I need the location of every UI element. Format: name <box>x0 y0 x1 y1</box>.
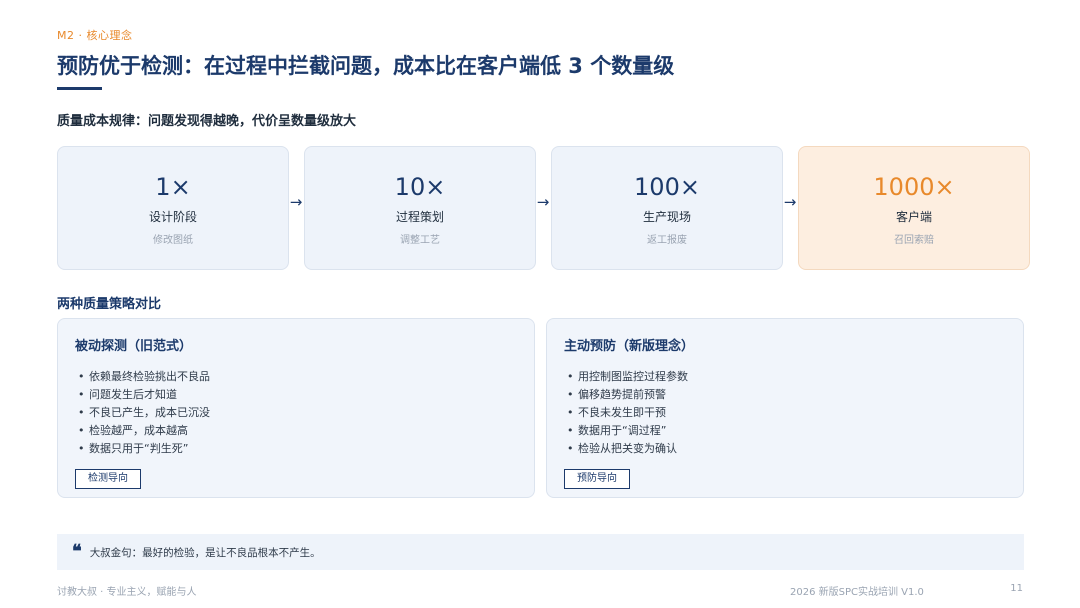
stage-card-design: 1× 设计阶段 修改图纸 <box>57 146 289 270</box>
quote-box: ❝ 大叔金句：最好的检验，是让不良品根本不产生。 <box>57 534 1024 570</box>
title-underline <box>57 87 102 90</box>
stage-desc: 调整工艺 <box>400 235 440 246</box>
quote-text: 大叔金句：最好的检验，是让不良品根本不产生。 <box>89 546 321 559</box>
arrow-right-icon: → <box>289 193 303 211</box>
list-item: • 检验从把关变为确认 <box>567 442 677 455</box>
stage-card-process: 10× 过程策划 调整工艺 <box>304 146 536 270</box>
strategy-tag: 预防导向 <box>564 469 630 489</box>
page-title: 预防优于检测：在过程中拦截问题，成本比在客户端低 3 个数量级 <box>57 54 675 78</box>
quote-icon: ❝ <box>72 541 82 562</box>
list-item: • 数据只用于“判生死” <box>78 442 189 455</box>
footer-right: 2026 新版SPC实战培训 V1.0 <box>790 587 924 598</box>
stage-desc: 修改图纸 <box>153 235 193 246</box>
footer-left: 讨教大叔 · 专业主义，赋能与人 <box>57 587 197 598</box>
stage-card-production: 100× 生产现场 返工报废 <box>551 146 783 270</box>
stage-desc: 召回索赔 <box>894 235 934 246</box>
stage-name: 设计阶段 <box>148 210 197 224</box>
comparison-title: 两种质量策略对比 <box>57 297 162 312</box>
list-item: • 数据用于“调过程” <box>567 424 667 437</box>
stage-multiplier: 100× <box>634 173 700 201</box>
arrow-right-icon: → <box>536 193 550 211</box>
stage-name: 过程策划 <box>395 210 444 224</box>
list-item: • 不良未发生即干预 <box>567 406 666 419</box>
stage-multiplier: 10× <box>394 173 446 201</box>
list-item: • 问题发生后才知道 <box>78 388 177 401</box>
arrow-right-icon: → <box>783 193 797 211</box>
stage-name: 客户端 <box>895 210 932 224</box>
bullet-list: • 用控制图监控过程参数 • 偏移趋势提前预警 • 不良未发生即干预 • 数据用于“调过… <box>564 368 1023 458</box>
panel-active-prevention: 主动预防（新版理念） • 用控制图监控过程参数 • 偏移趋势提前预警 • 不良未发生即… <box>546 318 1024 498</box>
panel-passive-detection: 被动探测（旧范式） • 依赖最终检验挑出不良品 • 问题发生后才知道 • 不良已产生，… <box>57 318 535 498</box>
section-tag: M2 · 核心理念 <box>57 29 133 42</box>
stage-multiplier: 1000× <box>873 173 955 201</box>
list-item: • 不良已产生，成本已沉没 <box>78 406 210 419</box>
list-item: • 用控制图监控过程参数 <box>567 370 688 383</box>
strategy-tag: 检测导向 <box>75 469 141 489</box>
list-item: • 依赖最终检验挑出不良品 <box>78 370 210 383</box>
stage-desc: 返工报废 <box>647 235 687 246</box>
stage-name: 生产现场 <box>642 210 691 224</box>
panel-title: 主动预防（新版理念） <box>564 339 695 354</box>
list-item: • 检验越严，成本越高 <box>78 424 188 437</box>
bullet-list: • 依赖最终检验挑出不良品 • 问题发生后才知道 • 不良已产生，成本已沉没 • 检验越… <box>75 368 534 458</box>
stage-card-customer: 1000× 客户端 召回索赔 <box>798 146 1030 270</box>
page-subtitle: 质量成本规律：问题发现得越晚，代价呈数量级放大 <box>57 114 357 129</box>
stage-multiplier: 1× <box>155 173 191 201</box>
panel-title: 被动探测（旧范式） <box>75 339 193 354</box>
list-item: • 偏移趋势提前预警 <box>567 388 666 401</box>
page-number: 11 <box>1010 583 1023 594</box>
